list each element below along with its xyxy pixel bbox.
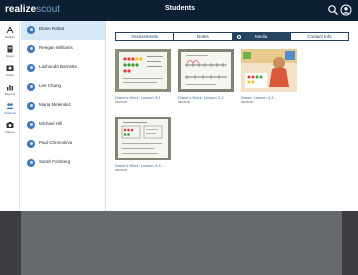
media-thumbnail[interactable]	[178, 49, 234, 92]
camera-icon	[6, 122, 14, 128]
media-thumbnail[interactable]	[115, 49, 171, 92]
tab-contact-info[interactable]: Contact Info	[291, 33, 348, 40]
student-name: Lashonda Barnette	[39, 64, 78, 69]
avatar	[27, 45, 35, 53]
top-bar: realizescout Students	[0, 0, 358, 21]
tab-assessments[interactable]: Assessments	[116, 33, 175, 40]
student-name: Sarah Forsberg	[39, 159, 71, 164]
avatar	[27, 102, 35, 110]
students-icon	[6, 103, 14, 109]
media-date: 09/26/18	[178, 100, 190, 104]
dimmed-panel	[21, 211, 342, 275]
rail-item-photo[interactable]: Photo	[0, 62, 20, 82]
realize-icon	[6, 26, 14, 34]
notes-icon	[7, 45, 13, 53]
user-icon[interactable]	[340, 4, 352, 16]
list-item[interactable]: Lee Chang	[21, 78, 105, 97]
photo-icon	[6, 65, 14, 71]
rail-label: Capture	[4, 130, 16, 134]
media-thumbnail[interactable]	[241, 49, 297, 92]
rail-item-reports[interactable]: Reports	[0, 81, 20, 101]
student-name: Diane Rahat	[39, 26, 65, 31]
student-name: Paul Chronoleva	[39, 140, 73, 145]
brand-logo-realize: realize	[5, 4, 37, 15]
student-name: Michael Hill	[39, 121, 63, 126]
rail-label: Photo	[6, 73, 14, 77]
media-date: 09/26/18	[115, 100, 127, 104]
rail-label: Reports	[4, 92, 16, 96]
student-name: Reegan Williams	[39, 45, 73, 50]
background-overlay	[0, 211, 358, 275]
brand-logo-scout: scout	[36, 4, 61, 15]
media-date: 09/26/18	[241, 100, 253, 104]
avatar	[27, 26, 35, 34]
avatar	[27, 121, 35, 129]
brand-logo[interactable]: realizescout	[5, 4, 60, 15]
rail-label: Notes	[6, 54, 14, 58]
list-item[interactable]: Diane Rahat	[21, 21, 105, 40]
student-detail: Assessments Notes Media Contact Info Dia…	[107, 21, 358, 211]
rail-item-realize[interactable]: Realize	[0, 24, 20, 44]
list-item[interactable]: Reegan Williams	[21, 40, 105, 59]
student-list: Diane Rahat Reegan Williams Lashonda Bar…	[21, 21, 106, 211]
nav-rail: Realize Notes Photo Reports Students Cap…	[0, 21, 20, 211]
list-item[interactable]: Sarah Forsberg	[21, 154, 105, 173]
media-date: 09/26/18	[115, 168, 127, 172]
tab-notes[interactable]: Notes	[174, 33, 233, 40]
app-window: realizescout Students Realize Notes Phot…	[0, 0, 358, 275]
media-thumbnail[interactable]	[115, 117, 171, 160]
rail-item-students[interactable]: Students	[0, 100, 20, 120]
rail-item-notes[interactable]: Notes	[0, 43, 20, 63]
avatar	[27, 159, 35, 167]
search-icon[interactable]	[327, 4, 339, 16]
list-item[interactable]: Paul Chronoleva	[21, 135, 105, 154]
list-item[interactable]: Lashonda Barnette	[21, 59, 105, 78]
tab-media-label: Media	[254, 34, 268, 39]
tab-media[interactable]: Media	[232, 33, 291, 40]
rail-label: Students	[4, 111, 16, 115]
media-icon	[236, 35, 241, 39]
avatar	[27, 83, 35, 91]
page-title: Students	[165, 5, 195, 12]
rail-item-capture[interactable]: Capture	[0, 119, 20, 139]
rail-label: Realize	[4, 35, 15, 39]
list-item[interactable]: Michael Hill	[21, 116, 105, 135]
student-name: Maria Melendez	[39, 102, 72, 107]
tab-bar: Assessments Notes Media Contact Info	[115, 32, 349, 41]
reports-icon	[7, 85, 13, 91]
list-item[interactable]: Maria Melendez	[21, 97, 105, 116]
student-name: Lee Chang	[39, 83, 62, 88]
avatar	[27, 140, 35, 148]
avatar	[27, 64, 35, 72]
